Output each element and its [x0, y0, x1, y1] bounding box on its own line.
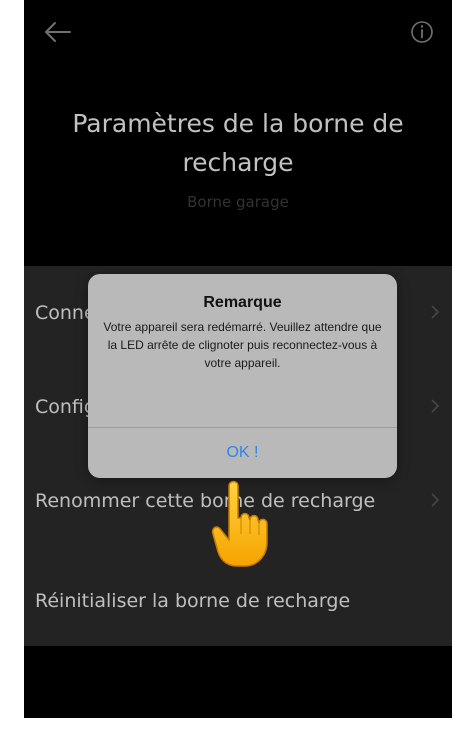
alert-title: Remarque: [203, 294, 282, 311]
alert-message: Votre appareil sera redémarré. Veuillez …: [103, 320, 382, 370]
alert-dialog: Remarque Votre appareil sera redémarré. …: [88, 274, 397, 478]
pointing-hand-icon: [211, 480, 268, 567]
ok-button[interactable]: OK !: [88, 428, 397, 478]
app-screen: Paramètres de la borne de recharge Borne…: [24, 0, 452, 718]
